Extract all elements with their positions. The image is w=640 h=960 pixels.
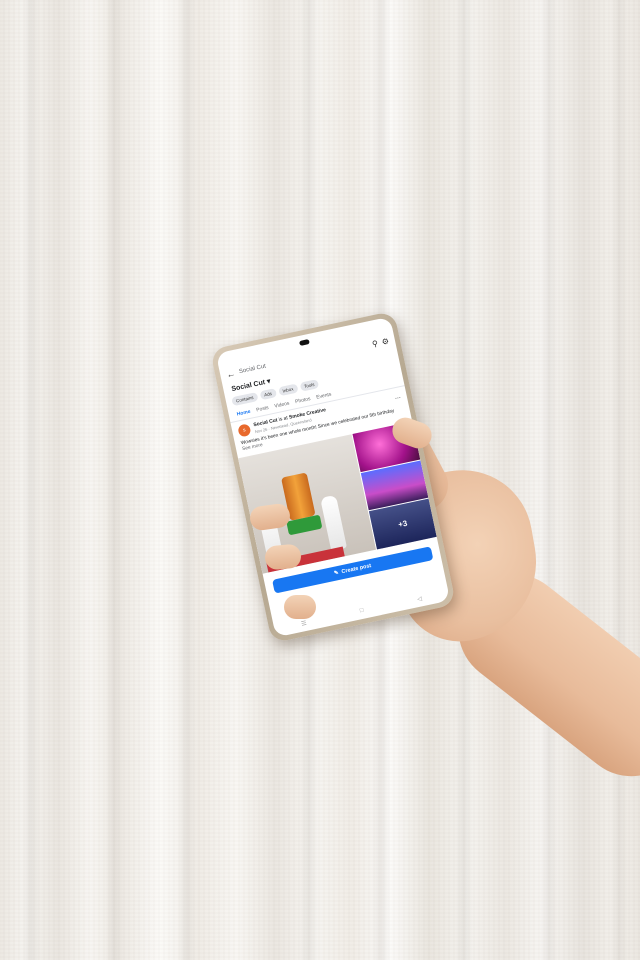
home-icon[interactable]: □ xyxy=(359,608,364,616)
avatar[interactable]: s xyxy=(237,423,252,438)
arrow-left-icon[interactable]: ← xyxy=(225,368,236,380)
search-icon[interactable]: ⚲ xyxy=(371,338,379,348)
photo-figure xyxy=(320,494,347,551)
edit-icon: ✎ xyxy=(333,569,340,577)
tab-home[interactable]: Home xyxy=(236,409,251,418)
menu-icon[interactable]: ☰ xyxy=(301,620,308,628)
tab-videos[interactable]: Videos xyxy=(274,401,290,410)
curtain-fold xyxy=(610,0,628,960)
gear-icon[interactable]: ⚙ xyxy=(381,336,390,346)
camera-icon xyxy=(298,338,310,346)
back-icon[interactable]: ◁ xyxy=(417,595,423,603)
tab-photos[interactable]: Photos xyxy=(295,396,311,405)
more-options-icon[interactable]: ⋯ xyxy=(394,394,401,402)
tab-posts[interactable]: Posts xyxy=(256,405,269,413)
photo-main[interactable] xyxy=(238,434,376,574)
curtain-fold xyxy=(22,0,40,960)
hand-finger xyxy=(284,595,316,619)
curtain-fold xyxy=(105,0,123,960)
curtain-fold xyxy=(540,0,558,960)
create-post-label: Create post xyxy=(341,562,372,576)
curtain-fold xyxy=(178,0,196,960)
tab-events[interactable]: Events xyxy=(316,392,332,401)
